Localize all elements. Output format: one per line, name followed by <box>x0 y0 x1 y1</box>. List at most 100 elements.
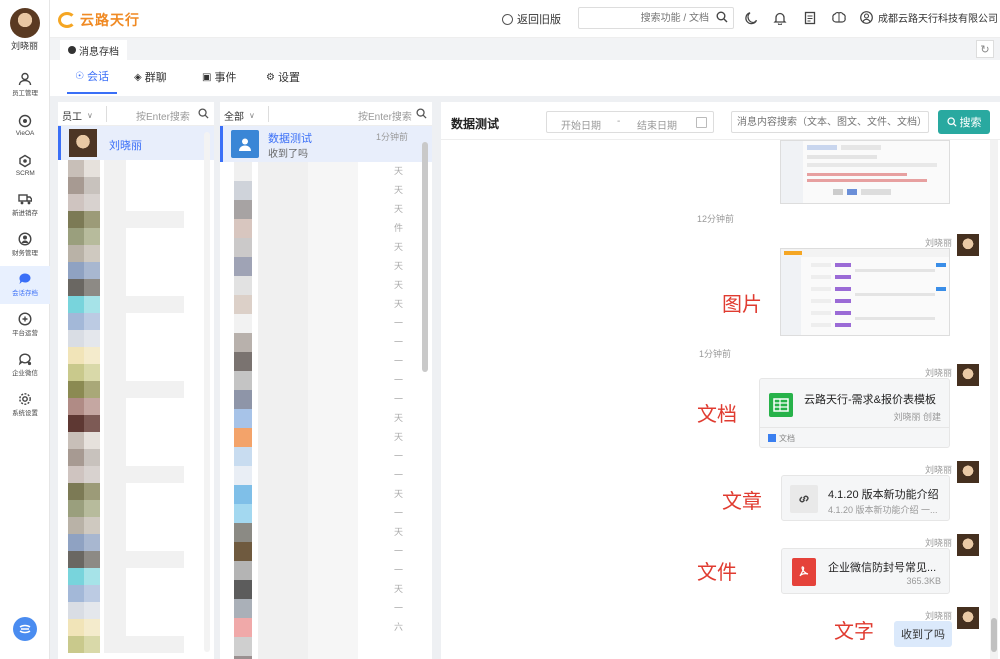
message-link-card[interactable]: 4.1.20 版本新功能介绍 4.1.20 版本新功能介绍 一... <box>781 475 950 521</box>
list-item[interactable] <box>58 381 214 398</box>
back-old-version-button[interactable]: 返回旧版 <box>502 11 561 27</box>
page-tab-message-archive[interactable]: 消息存档 <box>60 40 127 60</box>
search-icon[interactable] <box>416 108 427 122</box>
nav-item-oa[interactable]: VieOA <box>0 106 50 144</box>
nav-item-settings[interactable]: 系统设置 <box>0 386 50 424</box>
list-item[interactable]: 天 <box>220 162 432 181</box>
list-item[interactable]: 天 <box>220 409 432 428</box>
tab-events[interactable]: ▣ 事件 <box>202 60 236 94</box>
list-item[interactable] <box>58 160 214 177</box>
employee-filter-select[interactable]: 员工 ∨ <box>62 108 93 123</box>
message-text-bubble[interactable]: 收到了吗 <box>894 621 952 647</box>
message-search-input[interactable] <box>731 111 929 133</box>
global-search-input[interactable] <box>578 7 734 29</box>
list-item[interactable]: 一 <box>220 314 432 333</box>
nav-item-platform[interactable]: 平台运营 <box>0 306 50 344</box>
list-item[interactable] <box>58 500 214 517</box>
message-doc-card[interactable]: 云路天行-需求&报价表模板 刘晓丽 创建 文档 <box>759 378 950 448</box>
list-item[interactable] <box>58 245 214 262</box>
moon-icon[interactable] <box>743 10 759 26</box>
nav-item-scrm[interactable]: SCRM <box>0 146 50 184</box>
list-item[interactable] <box>58 211 214 228</box>
list-item[interactable] <box>58 517 214 534</box>
list-item[interactable] <box>220 637 432 656</box>
chat-scrollbar[interactable] <box>990 140 998 659</box>
date-range-picker[interactable]: 开始日期 - 结束日期 <box>546 111 714 133</box>
list-item[interactable]: 天 <box>220 200 432 219</box>
list-item[interactable]: 六 <box>220 618 432 637</box>
search-icon[interactable] <box>198 108 209 122</box>
list-item[interactable] <box>58 228 214 245</box>
list-item[interactable] <box>58 177 214 194</box>
list-item[interactable]: 一 <box>220 542 432 561</box>
list-item[interactable]: 一 <box>220 371 432 390</box>
list-item[interactable] <box>58 347 214 364</box>
message-image-screenshot[interactable] <box>780 248 950 336</box>
list-item[interactable] <box>58 568 214 585</box>
nav-item-chat-archive[interactable]: 会话存档 <box>0 266 50 304</box>
bell-icon[interactable] <box>772 10 788 26</box>
message-file-card[interactable]: 企业微信防封号常见... 365.3KB <box>781 548 950 594</box>
conversation-search-input[interactable]: 按Enter搜索 <box>358 108 412 123</box>
list-item[interactable] <box>58 602 214 619</box>
list-item[interactable] <box>58 313 214 330</box>
employee-item-selected[interactable]: 刘晓丽 <box>58 126 214 160</box>
list-item[interactable]: 一 <box>220 352 432 371</box>
conversation-item-selected[interactable]: 数据测试 收到了吗 1分钟前 <box>220 126 432 162</box>
chat-scrollbar-thumb[interactable] <box>991 618 997 652</box>
list-item[interactable] <box>58 262 214 279</box>
list-item[interactable] <box>58 534 214 551</box>
list-item[interactable]: 一 <box>220 333 432 352</box>
list-item[interactable] <box>58 398 214 415</box>
list-item[interactable]: 一 <box>220 390 432 409</box>
list-item[interactable] <box>58 415 214 432</box>
document-icon[interactable] <box>802 10 818 26</box>
company-switcher[interactable]: 成都云路天行科技有限公司 <box>860 10 998 25</box>
list-item[interactable]: 件 <box>220 219 432 238</box>
nav-item-employee[interactable]: 员工管理 <box>0 66 50 104</box>
brand-logo-icon[interactable] <box>13 617 37 641</box>
list-item[interactable]: 天 <box>220 580 432 599</box>
list-item[interactable]: 天 <box>220 181 432 200</box>
list-item[interactable]: 天 <box>220 238 432 257</box>
list-item[interactable] <box>58 483 214 500</box>
list-item[interactable] <box>58 585 214 602</box>
nav-item-wecom[interactable]: 企业微信 <box>0 346 50 384</box>
tab-sessions[interactable]: ☉ 会话 <box>67 60 117 94</box>
list-item[interactable] <box>58 364 214 381</box>
app-logo[interactable]: 云路天行 <box>58 10 140 30</box>
tab-group-chat[interactable]: ◈ 群聊 <box>134 60 167 94</box>
list-item[interactable] <box>58 194 214 211</box>
list-item[interactable] <box>58 551 214 568</box>
nav-item-inventory[interactable]: 新进销存 <box>0 186 50 224</box>
message-image-screenshot[interactable] <box>780 140 950 204</box>
employee-search-input[interactable]: 按Enter搜索 <box>136 108 190 123</box>
list-item[interactable] <box>58 636 214 653</box>
list-item[interactable] <box>58 432 214 449</box>
list-item[interactable]: 一 <box>220 466 432 485</box>
user-avatar[interactable] <box>9 8 40 38</box>
list-item[interactable]: 天 <box>220 428 432 447</box>
conversation-scrollbar[interactable] <box>422 142 428 372</box>
list-item[interactable]: 天 <box>220 523 432 542</box>
employee-scrollbar[interactable] <box>204 132 210 652</box>
list-item[interactable] <box>58 279 214 296</box>
list-item[interactable] <box>58 296 214 313</box>
list-item[interactable] <box>58 449 214 466</box>
conversation-filter-select[interactable]: 全部 ∨ <box>224 108 255 123</box>
nav-item-finance[interactable]: 财务管理 <box>0 226 50 264</box>
list-item[interactable]: 天 <box>220 485 432 504</box>
list-item[interactable]: 一 <box>220 561 432 580</box>
list-item[interactable] <box>58 619 214 636</box>
brain-icon[interactable] <box>831 10 847 26</box>
tab-settings[interactable]: ⚙ 设置 <box>266 60 300 94</box>
list-item[interactable] <box>58 330 214 347</box>
search-icon[interactable] <box>716 11 728 26</box>
refresh-icon[interactable]: ↻ <box>976 40 994 58</box>
list-item[interactable]: 天 <box>220 276 432 295</box>
list-item[interactable]: 一 <box>220 599 432 618</box>
list-item[interactable]: 天 <box>220 295 432 314</box>
list-item[interactable]: 天 <box>220 257 432 276</box>
list-item[interactable] <box>58 466 214 483</box>
list-item[interactable]: 一 <box>220 504 432 523</box>
